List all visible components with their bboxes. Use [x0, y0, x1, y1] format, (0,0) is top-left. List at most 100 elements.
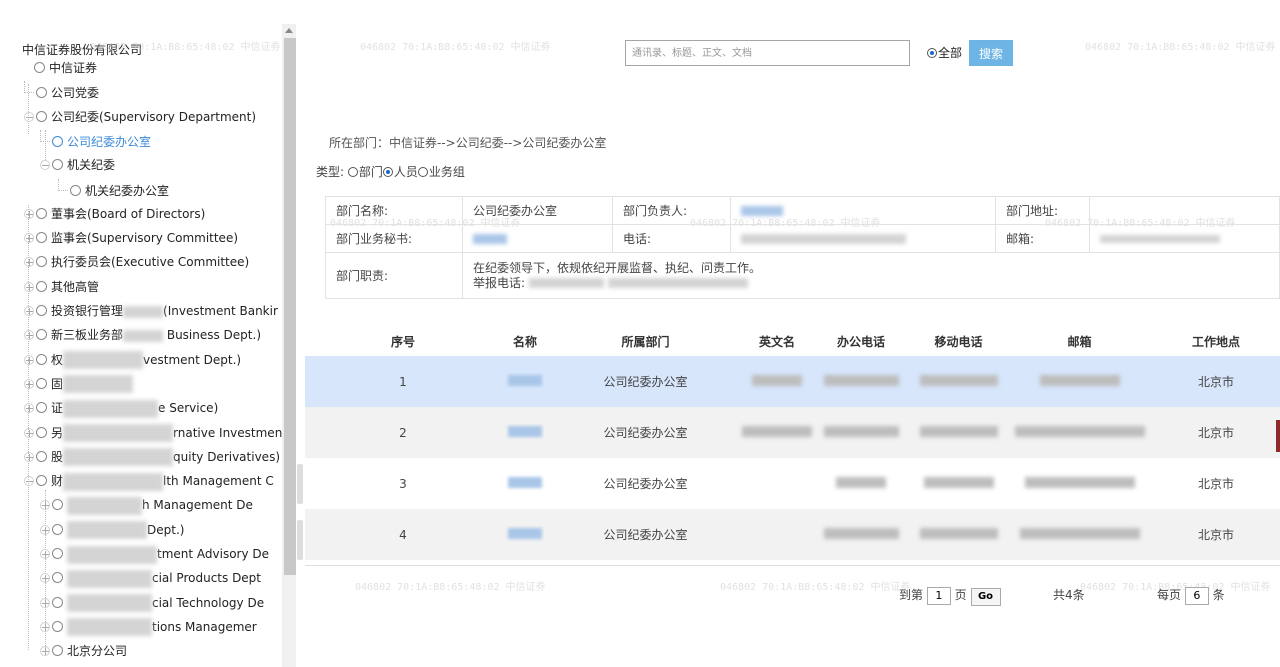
row-name[interactable] [501, 509, 549, 560]
search-button[interactable]: 搜索 [969, 40, 1013, 66]
dept-phone-label: 电话: [612, 224, 731, 253]
tree-item[interactable]: 另 rnative Investment [24, 422, 282, 444]
tree-node-circle-icon [36, 232, 47, 244]
row-name[interactable] [501, 356, 549, 407]
expand-plus-icon[interactable] [40, 573, 50, 584]
type-option-dept[interactable]: 部门 [347, 165, 383, 179]
tree-item[interactable]: 机关纪委办公室 [58, 178, 169, 201]
tree-item[interactable]: 公司纪委(Supervisory Department) [24, 106, 256, 128]
col-header-mobile-phone[interactable]: 移动电话 [910, 326, 1007, 356]
tree-node-circle-icon [34, 62, 45, 73]
type-option-person[interactable]: 人员 [382, 165, 418, 179]
table-row[interactable]: 2 公司纪委办公室 北京市 [305, 407, 1280, 458]
tree-item[interactable]: 监事会(Supervisory Committee) [24, 227, 238, 249]
tree-item[interactable]: 固 [24, 373, 134, 395]
tree-item[interactable]: 投资银行管理 (Investment Bankir [24, 300, 278, 322]
tree-item[interactable]: 财 lth Management C [24, 470, 274, 492]
table-row[interactable]: 3 公司纪委办公室 北京市 [305, 458, 1280, 509]
tree-item-label: 监事会(Supervisory Committee) [51, 231, 239, 246]
tree-item[interactable]: 董事会(Board of Directors) [24, 203, 205, 225]
expand-plus-icon[interactable] [40, 524, 50, 535]
expand-plus-icon[interactable] [24, 257, 34, 268]
expand-plus-icon[interactable] [40, 549, 50, 559]
expand-plus-icon[interactable] [24, 281, 34, 292]
row-index: 4 [305, 509, 501, 560]
expand-plus-icon[interactable] [24, 378, 34, 389]
tree-node-circle-icon [52, 523, 63, 535]
row-email [1007, 356, 1152, 407]
search-scope-all[interactable]: 全部 [927, 44, 962, 61]
row-english-name [742, 509, 812, 560]
tree-item[interactable]: cial Products Dept [40, 567, 261, 589]
type-option-group[interactable]: 业务组 [417, 165, 465, 179]
expand-plus-icon[interactable] [40, 621, 50, 632]
expand-plus-icon[interactable] [40, 500, 50, 511]
pager-per-page-prefix: 每页 [1157, 588, 1182, 602]
expand-plus-icon[interactable] [24, 427, 34, 438]
tree-node-circle-icon [52, 135, 63, 147]
col-header-email[interactable]: 邮箱 [1007, 326, 1152, 356]
col-header-english-name[interactable]: 英文名 [742, 326, 812, 356]
col-header-department[interactable]: 所属部门 [549, 326, 742, 356]
tree-item[interactable]: 公司纪委办公室 [40, 129, 151, 152]
expand-plus-icon[interactable] [24, 233, 34, 244]
table-row[interactable]: 4 公司纪委办公室 北京市 [305, 509, 1280, 560]
scroll-thumb[interactable] [284, 38, 296, 575]
collapse-minus-icon[interactable] [24, 111, 34, 122]
tree-item[interactable]: 北京分公司 [40, 640, 127, 662]
expand-plus-icon[interactable] [24, 403, 34, 414]
collapse-right-handle[interactable] [297, 520, 303, 560]
radio-checked-icon[interactable] [382, 167, 393, 177]
expand-plus-icon[interactable] [24, 208, 34, 219]
tree-item[interactable]: h Management De [40, 494, 253, 516]
per-page-input[interactable] [1184, 586, 1209, 605]
row-department: 公司纪委办公室 [549, 356, 742, 407]
expand-plus-icon[interactable] [40, 646, 50, 657]
tree-item[interactable]: 执行委员会(Executive Committee) [24, 251, 249, 273]
tree-item[interactable]: 新三板业务部 Business Dept.) [24, 324, 261, 346]
tree-item[interactable]: 机关纪委 [40, 154, 115, 176]
tree-item[interactable]: 证 e Service) [24, 397, 218, 419]
tree-item[interactable]: 公司党委 [24, 81, 99, 103]
tree-node-circle-icon [52, 645, 63, 657]
expand-plus-icon[interactable] [24, 354, 34, 365]
collapse-minus-icon[interactable] [24, 476, 34, 487]
table-row[interactable]: 1 公司纪委办公室 北京市 [305, 356, 1280, 407]
tree-item[interactable]: 权 vestment Dept.) [24, 349, 241, 371]
dept-email-label: 邮箱: [995, 224, 1090, 253]
row-location: 北京市 [1152, 407, 1280, 458]
col-header-index[interactable]: 序号 [305, 326, 501, 356]
go-button[interactable]: Go [970, 587, 1001, 606]
expand-plus-icon[interactable] [24, 451, 34, 462]
tree-item-label-suffix: Dept.) [147, 522, 185, 537]
tree-item[interactable]: 中信证券 [22, 57, 97, 79]
collapse-left-handle[interactable] [297, 464, 303, 504]
expand-plus-icon[interactable] [24, 306, 34, 316]
scroll-up-arrow-icon[interactable] [285, 28, 293, 33]
tree-item[interactable]: tions Managemer [40, 616, 257, 638]
tree-item[interactable]: cial Technology De [40, 592, 264, 614]
tree-scrollbar[interactable] [282, 24, 296, 667]
row-name[interactable] [501, 458, 549, 509]
radio-icon[interactable] [347, 167, 358, 177]
tree-item[interactable]: tment Advisory De [40, 543, 269, 565]
col-header-office-phone[interactable]: 办公电话 [812, 326, 910, 356]
radio-icon[interactable] [417, 167, 428, 177]
tree-item[interactable]: 股 quity Derivatives) [24, 446, 280, 468]
search-input[interactable] [625, 40, 910, 66]
page-number-input[interactable] [926, 586, 951, 605]
col-header-location[interactable]: 工作地点 [1152, 326, 1280, 356]
row-email [1007, 458, 1152, 509]
row-name[interactable] [501, 407, 549, 458]
pager-per-page: 每页 条 [1157, 586, 1225, 605]
row-office-phone [812, 458, 910, 509]
collapse-minus-icon[interactable] [40, 160, 50, 171]
row-location: 北京市 [1152, 356, 1280, 407]
expand-plus-icon[interactable] [40, 597, 50, 608]
col-header-name[interactable]: 名称 [501, 326, 549, 356]
tree-item[interactable]: Dept.) [40, 519, 184, 541]
radio-checked-icon[interactable] [927, 48, 937, 58]
tree-item[interactable]: 其他高管 [24, 276, 99, 298]
row-english-name [742, 356, 812, 407]
expand-plus-icon[interactable] [24, 330, 34, 341]
